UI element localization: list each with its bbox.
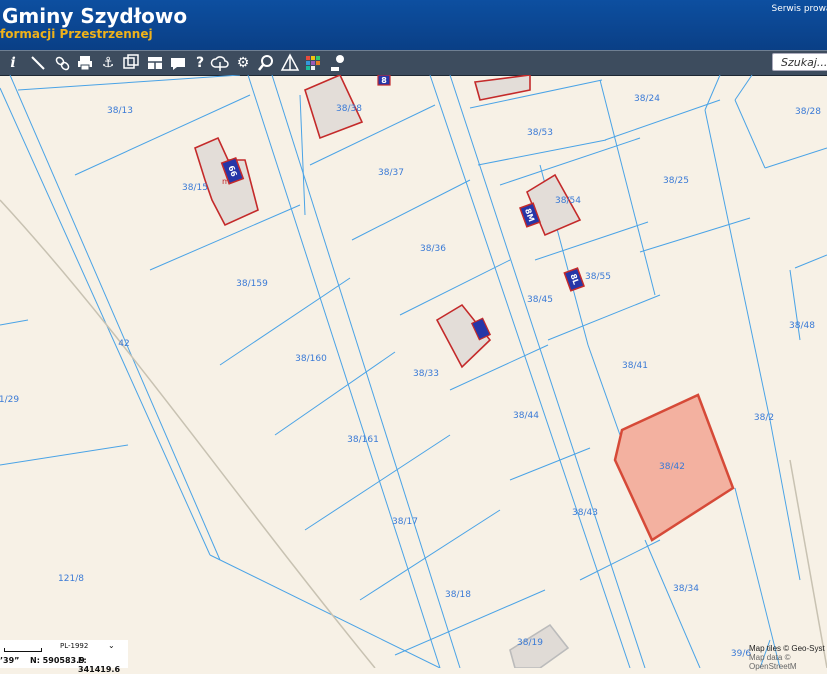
print-icon[interactable] xyxy=(75,53,95,73)
layers-copy-icon[interactable] xyxy=(121,53,141,73)
parcel-label: 38/33 xyxy=(413,369,439,379)
coordinate-panel: PL-1992 ⌄ ’39” N: 590583.9 E: 341419.6 xyxy=(0,640,128,674)
anchor-icon[interactable]: ⚓ xyxy=(98,53,118,73)
parcel-label: 38/43 xyxy=(572,508,598,518)
parcel-label: 38/160 xyxy=(295,354,327,364)
cloud-upload-icon[interactable] xyxy=(210,53,230,73)
measure-line-icon[interactable] xyxy=(28,53,48,73)
info-icon[interactable]: i xyxy=(3,53,23,73)
speech-icon[interactable] xyxy=(168,53,188,73)
service-note: Serwis prowadzony p xyxy=(771,4,827,14)
link-icon[interactable] xyxy=(52,53,72,73)
parcel-map[interactable]: 66 8M 8L 8 m 38/13 38/38 38/24 38/28 38/… xyxy=(0,75,827,668)
marker-icon[interactable] xyxy=(328,53,348,73)
parcel-label: 38/24 xyxy=(634,94,660,104)
header-bar: Gminy Szydłowo formacji Przestrzennej Se… xyxy=(0,0,827,50)
search-input[interactable]: Szukaj... xyxy=(772,53,827,71)
triangle-icon[interactable] xyxy=(280,53,300,73)
app-subtitle: formacji Przestrzennej xyxy=(0,27,153,41)
attribution-data[interactable]: Map data © OpenStreetM xyxy=(749,653,827,671)
parcel-label: 38/55 xyxy=(585,272,611,282)
parcel-label: 38/38 xyxy=(336,104,362,114)
parcel-label: 38/34 xyxy=(673,584,699,594)
parcel-label: 38/17 xyxy=(392,517,418,527)
parcel-label: 38/2 xyxy=(754,413,774,423)
buildings xyxy=(194,75,582,668)
attribution-tiles[interactable]: Map tiles © Geo-Syst xyxy=(749,644,827,653)
parcel-label: 38/161 xyxy=(347,435,379,445)
parcel-label: 38/37 xyxy=(378,168,404,178)
settings-icon[interactable]: ⚙ xyxy=(233,53,253,73)
map-view[interactable]: 66 8M 8L 8 m 38/13 38/38 38/24 38/28 38/… xyxy=(0,75,827,668)
parcel-label: 38/36 xyxy=(420,244,446,254)
zoom-search-icon[interactable] xyxy=(256,53,276,73)
parcel-label: 38/28 xyxy=(795,107,821,117)
parcel-label: 38/42 xyxy=(659,462,685,472)
footpath-east xyxy=(789,459,827,668)
chevron-down-icon[interactable]: ⌄ xyxy=(108,641,115,650)
parcel-labels: 38/13 38/38 38/24 38/28 38/53 38/15 38/3… xyxy=(0,94,821,659)
layout-icon[interactable] xyxy=(145,53,165,73)
parcel-label: 38/53 xyxy=(527,128,553,138)
parcel-label: 38/19 xyxy=(517,638,543,648)
parcel-label: 42 xyxy=(118,339,129,349)
help-icon[interactable]: ? xyxy=(190,53,210,73)
parcel-label: 1/29 xyxy=(0,395,19,405)
parcel-label: 38/41 xyxy=(622,361,648,371)
parcel-label: 121/8 xyxy=(58,574,84,584)
parcel-label: 38/15 xyxy=(182,183,208,193)
parcel-label: 38/48 xyxy=(789,321,815,331)
scale-bar xyxy=(4,648,42,652)
building-number-8: 8 xyxy=(381,76,387,85)
color-grid-icon[interactable] xyxy=(303,53,323,73)
parcel-label: 38/13 xyxy=(107,106,133,116)
building-mark: m xyxy=(222,177,230,186)
app-title: Gminy Szydłowo xyxy=(2,4,188,28)
toolbar: i ⚓ ? ⚙ Szukaj... xyxy=(0,50,827,76)
crs-select[interactable]: PL-1992 xyxy=(60,642,88,650)
coordinate-dms: ’39” xyxy=(0,656,20,665)
footpath xyxy=(0,199,376,668)
parcel-label: 38/54 xyxy=(555,196,581,206)
parcel-label: 38/45 xyxy=(527,295,553,305)
coordinate-easting: E: 341419.6 xyxy=(78,656,121,674)
parcel-label: 38/25 xyxy=(663,176,689,186)
parcel-label: 38/44 xyxy=(513,411,539,421)
parcel-label: 38/18 xyxy=(445,590,471,600)
parcel-label: 38/159 xyxy=(236,279,268,289)
coordinate-northing: N: 590583.9 xyxy=(30,656,85,665)
map-attribution: Map tiles © Geo-Syst Map data © OpenStre… xyxy=(749,644,827,671)
